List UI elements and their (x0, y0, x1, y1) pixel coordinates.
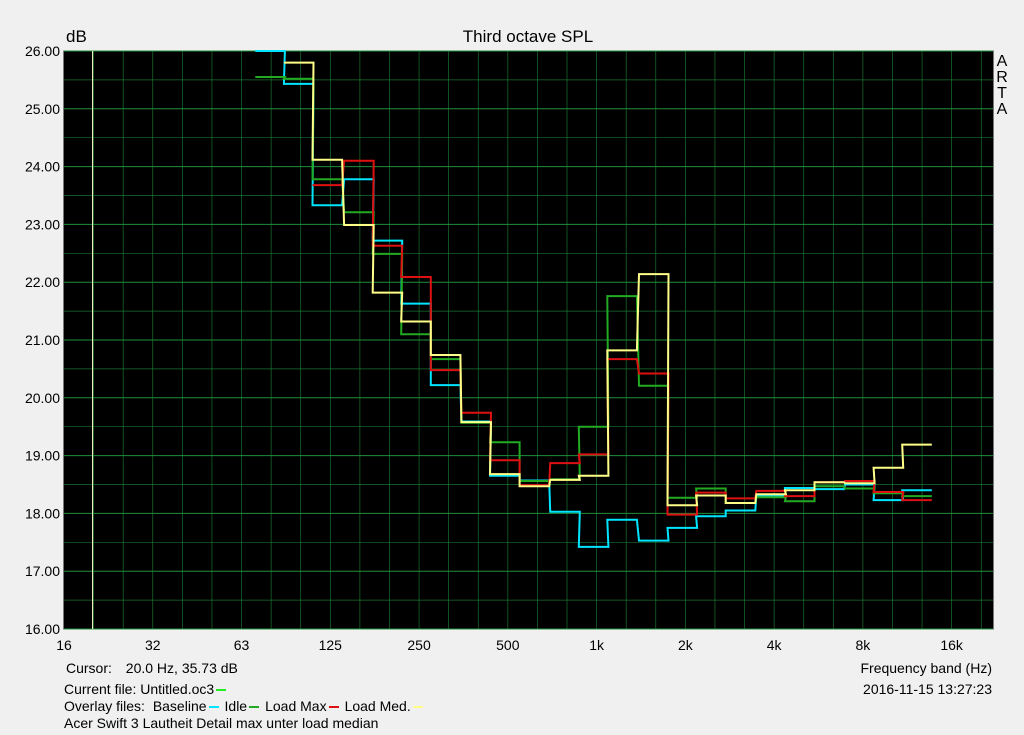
legend-swatch (208, 706, 219, 709)
y-tick-label: 22.00 (25, 274, 60, 290)
overlay-label: Overlay files: (64, 698, 145, 714)
legend-swatch (328, 706, 339, 709)
legend-swatch (412, 706, 423, 709)
current-file-label: Current file: Untitled.oc3 (64, 681, 215, 697)
watermark-letter: T (997, 85, 1007, 102)
cursor-value: 20.0 Hz, 35.73 dB (125, 660, 238, 676)
y-tick-label: 19.00 (25, 448, 60, 464)
legend-label: Load Med. (344, 698, 411, 714)
y-tick-label: 24.00 (25, 159, 60, 175)
watermark-letter: A (997, 53, 1008, 70)
legend-label: Baseline (152, 698, 207, 714)
x-tick-label: 32 (145, 637, 161, 653)
watermark-letter: R (996, 69, 1008, 86)
x-tick-label: 250 (407, 637, 431, 653)
y-tick-label: 16.00 (25, 621, 60, 637)
y-tick-label: 17.00 (25, 563, 60, 579)
y-tick-label: 20.00 (25, 390, 60, 406)
x-tick-label: 63 (234, 637, 250, 653)
x-tick-label: 500 (496, 637, 520, 653)
file-description: Acer Swift 3 Lautheit Detail max unter l… (64, 715, 379, 731)
legend-label: Load Max (265, 698, 327, 714)
y-tick-label: 23.00 (25, 216, 60, 232)
arta-watermark: ARTA (996, 53, 1008, 118)
y-tick-label: 25.00 (25, 101, 60, 117)
y-axis-tick-labels: 16.00 17.00 18.00 19.00 20.00 21.00 22.00 23.00… (25, 43, 60, 637)
watermark-letter: A (997, 101, 1008, 118)
legend-label: Idle (224, 698, 248, 714)
cursor-readout: Cursor: 20.0 Hz, 35.73 dB (66, 660, 238, 676)
y-tick-label: 18.00 (25, 505, 60, 521)
x-tick-label: 125 (319, 637, 343, 653)
cursor-label: Cursor: (66, 660, 112, 676)
overlay-files: Overlay files: Baseline Idle Load Max Load … (64, 698, 425, 714)
x-tick-label: 8k (855, 637, 871, 653)
datetime: 2016-11-15 13:27:23 (863, 681, 992, 697)
y-tick-label: 21.00 (25, 332, 60, 348)
chart-title: Third octave SPL (463, 27, 593, 46)
x-tick-label: 16k (940, 637, 964, 653)
y-tick-label: 26.00 (25, 43, 60, 59)
chart: Third octave SPL dB 16.00 17.00 18.00 19.00… (25, 27, 1008, 653)
current-file: Current file: Untitled.oc3 (64, 681, 228, 697)
y-axis-unit: dB (66, 27, 87, 46)
x-tick-label: 4k (767, 637, 783, 653)
grid (64, 50, 993, 630)
x-tick-label: 16 (56, 637, 72, 653)
x-tick-label: 1k (589, 637, 605, 653)
x-axis-tick-labels: 16 32 63 125 250 500 1k 2k 4k 8k 16k (56, 637, 964, 653)
legend-swatch (249, 706, 260, 709)
current-file-swatch (216, 689, 227, 692)
x-tick-label: 2k (678, 637, 694, 653)
frequency-band-label: Frequency band (Hz) (860, 660, 992, 676)
